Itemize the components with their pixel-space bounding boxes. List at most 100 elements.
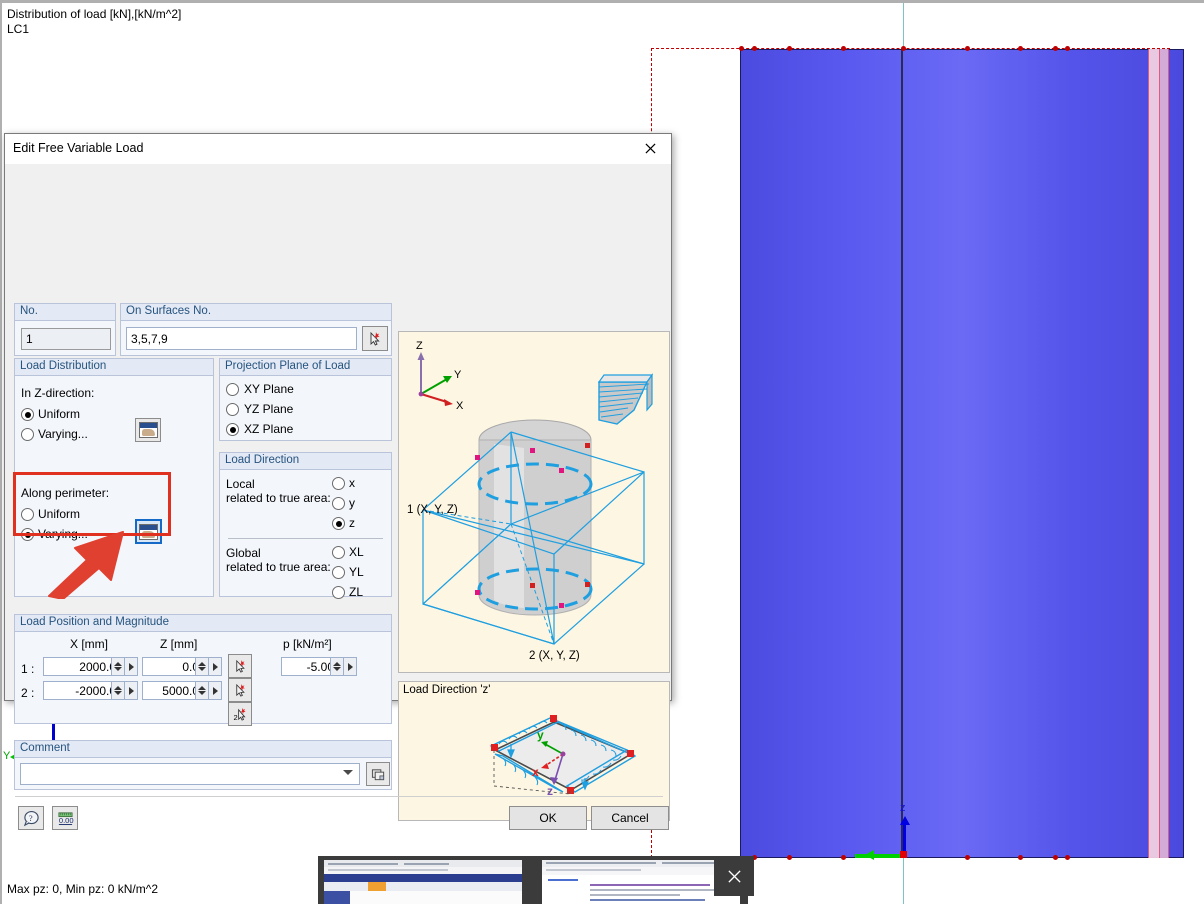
row2-z-stepper[interactable]: [195, 681, 222, 700]
row1-z-stepper[interactable]: [195, 657, 222, 676]
row1-x-input[interactable]: 2000.0: [43, 657, 121, 676]
radio-global-xl-marker: [332, 546, 345, 559]
node-point: [752, 46, 757, 51]
ok-button[interactable]: OK: [509, 806, 587, 830]
radio-in-z-uniform[interactable]: Uniform: [21, 407, 141, 423]
radio-global-zl-marker: [332, 586, 345, 599]
group-load-distribution: Load Distribution In Z-direction: Unifor…: [14, 358, 214, 597]
svg-text:Z: Z: [416, 340, 423, 352]
in-z-direction-label: In Z-direction:: [21, 386, 95, 400]
group-projection-plane: Projection Plane of Load XY Plane YZ Pla…: [219, 358, 392, 441]
row2-z-stepper-updown[interactable]: [195, 681, 209, 700]
radio-local-x[interactable]: x: [332, 476, 382, 492]
units-precision-icon[interactable]: 0.00: [52, 806, 78, 830]
row1-p-stepper-more[interactable]: [344, 657, 357, 676]
row2-x-stepper[interactable]: [111, 681, 138, 700]
group-projection-plane-body: XY Plane YZ Plane XZ Plane: [219, 375, 392, 441]
row1-x-stepper-updown[interactable]: [111, 657, 125, 676]
node-point: [1018, 46, 1023, 51]
dialog-titlebar[interactable]: Edit Free Variable Load: [5, 134, 671, 165]
on-surfaces-input[interactable]: 3,5,7,9: [126, 327, 357, 350]
radio-yz-plane-label: YZ Plane: [244, 402, 294, 416]
load-direction-divider: [228, 538, 383, 539]
along-perimeter-label: Along perimeter:: [21, 486, 110, 500]
svg-text:X: X: [456, 400, 464, 412]
row2-x-stepper-updown[interactable]: [111, 681, 125, 700]
radio-global-xl[interactable]: XL: [332, 545, 382, 561]
row1-p-stepper[interactable]: [330, 657, 357, 676]
radio-local-z-label: z: [349, 516, 355, 530]
cancel-button[interactable]: Cancel: [591, 806, 669, 830]
radio-global-zl[interactable]: ZL: [332, 585, 382, 601]
row1-z-stepper-updown[interactable]: [195, 657, 209, 676]
on-surfaces-value: 3,5,7,9: [131, 331, 168, 346]
edit-free-variable-load-dialog[interactable]: Edit Free Variable Load No. 1 On Surface…: [4, 133, 672, 830]
radio-xy-plane-label: XY Plane: [244, 382, 294, 396]
viewport-top-border: [0, 0, 1204, 3]
pick-cursor-icon[interactable]: [362, 326, 388, 351]
preview-point1-label: 1 (X, Y, Z): [407, 504, 458, 516]
row2-pick-cursor-icon[interactable]: [228, 678, 252, 702]
node-point: [739, 46, 744, 51]
row1-p-stepper-updown[interactable]: [330, 657, 344, 676]
radio-local-x-marker: [332, 477, 345, 490]
thumbnail-close-icon[interactable]: [714, 856, 754, 896]
radio-xz-plane-label: XZ Plane: [244, 422, 294, 436]
radio-global-zl-label: ZL: [349, 585, 364, 599]
surface-loaded-area[interactable]: [740, 49, 1184, 858]
window-thumbnail-2[interactable]: [542, 860, 740, 904]
row1-x-stepper[interactable]: [111, 657, 138, 676]
pick-two-points-icon[interactable]: 2: [228, 702, 252, 726]
dialog-title: Edit Free Variable Load: [13, 141, 144, 155]
column-header-p: p [kN/m²]: [283, 637, 332, 651]
svg-text:Y: Y: [454, 369, 462, 381]
radio-local-z[interactable]: z: [332, 516, 382, 532]
group-comment-title: Comment: [20, 742, 70, 754]
row1-x-stepper-more[interactable]: [125, 657, 138, 676]
radio-xy-plane[interactable]: XY Plane: [226, 382, 356, 398]
surface-secondary-b[interactable]: [1160, 49, 1169, 858]
row1-pick-cursor-icon[interactable]: [228, 654, 252, 678]
units-precision-glyph: 0.00: [57, 811, 73, 825]
column-header-x: X [mm]: [70, 637, 108, 651]
row2-x-input[interactable]: -2000.0: [43, 681, 121, 700]
radio-yz-plane-marker: [226, 403, 239, 416]
help-icon[interactable]: ?: [18, 806, 44, 830]
viewport-header: Distribution of load [kN],[kN/m^2] LC1: [7, 7, 181, 37]
radio-xy-plane-marker: [226, 383, 239, 396]
construction-line-top: [903, 3, 904, 49]
row-index-2: 2 :: [21, 686, 35, 700]
window-thumbnail-1[interactable]: [324, 860, 522, 904]
row2-x-stepper-more[interactable]: [125, 681, 138, 700]
radio-in-z-varying[interactable]: Varying...: [21, 427, 141, 443]
comment-input[interactable]: [20, 763, 360, 785]
taskbar-thumbnail-strip[interactable]: [318, 856, 754, 904]
distribution-edit-icon-z[interactable]: [135, 418, 161, 442]
radio-local-y[interactable]: y: [332, 496, 382, 512]
copy-comment-glyph: [371, 768, 384, 780]
radio-in-z-varying-marker: [21, 428, 34, 441]
distribution-edit-glyph: [139, 523, 158, 540]
copy-comment-icon[interactable]: [366, 762, 390, 786]
surface-secondary-a[interactable]: [1148, 49, 1160, 858]
row1-z-stepper-more[interactable]: [209, 657, 222, 676]
local-label-line2: related to true area:: [226, 491, 331, 505]
close-glyph: [644, 143, 656, 154]
group-no: No. 1: [14, 303, 116, 356]
svg-text:?: ?: [28, 812, 32, 822]
no-field[interactable]: 1: [21, 328, 111, 350]
distribution-edit-icon-perimeter[interactable]: [135, 519, 162, 544]
radio-xz-plane[interactable]: XZ Plane: [226, 422, 356, 438]
radio-perimeter-uniform[interactable]: Uniform: [21, 507, 141, 523]
radio-yz-plane[interactable]: YZ Plane: [226, 402, 356, 418]
chevron-down-icon[interactable]: [343, 770, 353, 775]
surface-mid-edge: [901, 50, 903, 857]
close-icon[interactable]: [629, 134, 671, 163]
preview-load-direction-svg: y x z: [489, 715, 637, 798]
radio-local-x-label: x: [349, 476, 355, 490]
pick-cursor-glyph: [235, 683, 245, 697]
radio-global-yl[interactable]: YL: [332, 565, 382, 581]
row2-z-stepper-more[interactable]: [209, 681, 222, 700]
radio-perimeter-varying[interactable]: Varying...: [21, 527, 141, 543]
node-point: [965, 46, 970, 51]
